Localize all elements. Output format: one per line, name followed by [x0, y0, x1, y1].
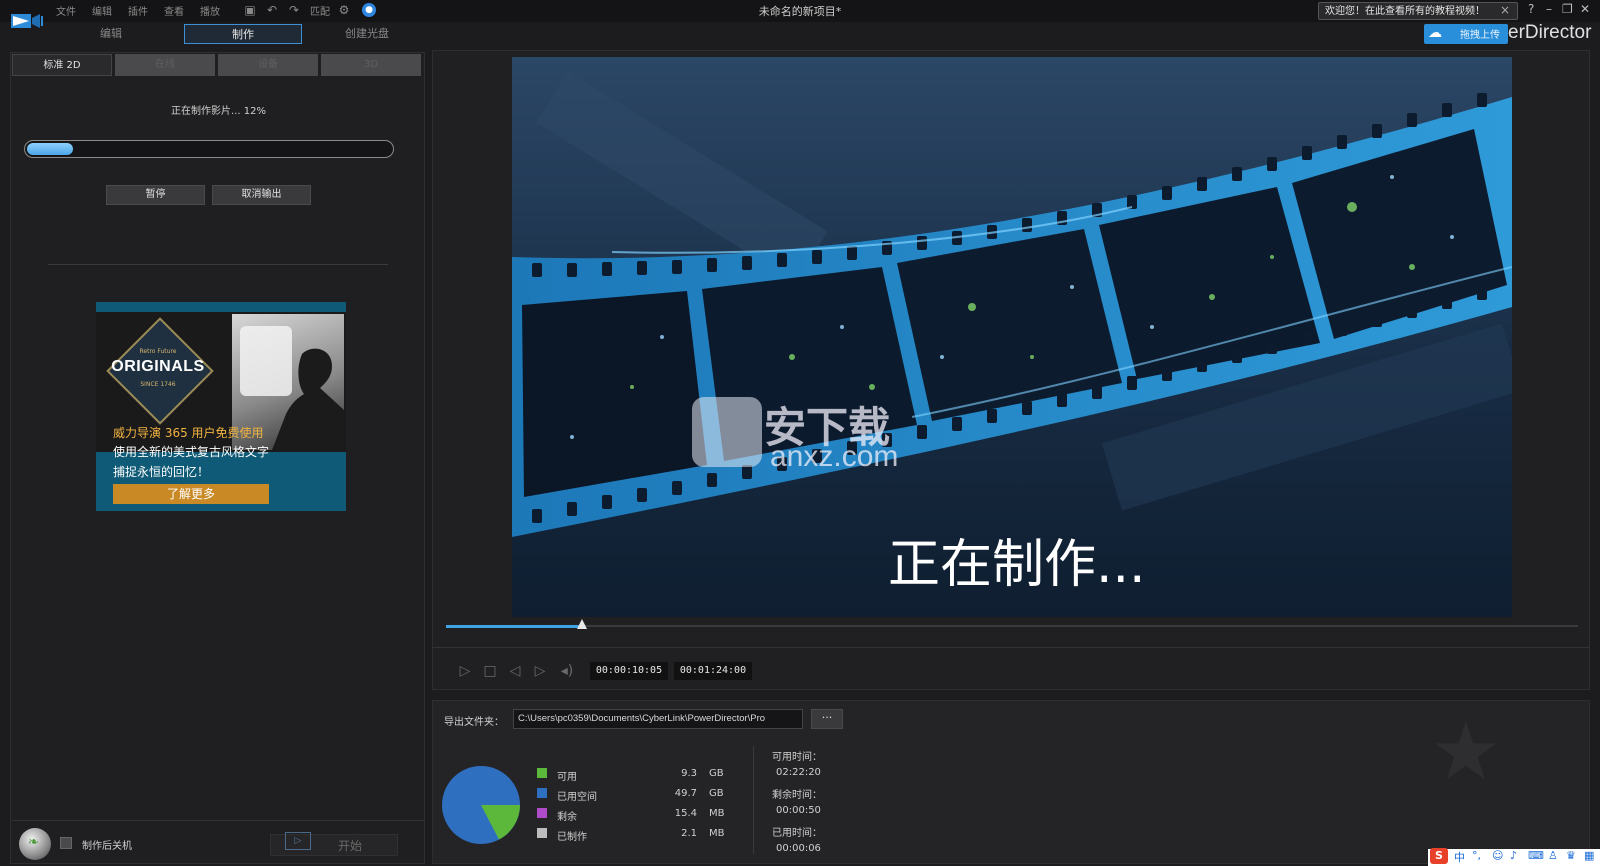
- legend-label-remaining: 剩余: [557, 812, 577, 823]
- tab-3d[interactable]: 3D: [321, 54, 421, 76]
- welcome-tutorial-banner[interactable]: 欢迎您！在此查看所有的教程视频！: [1318, 2, 1518, 20]
- tab-online[interactable]: 在线: [115, 54, 215, 76]
- play-icon[interactable]: ▷: [456, 663, 474, 679]
- remaining-time-value: 00:00:50: [776, 805, 821, 816]
- divider: [12, 820, 424, 821]
- cancel-output-button[interactable]: 取消输出: [212, 185, 311, 205]
- menu-edit[interactable]: 编辑: [92, 3, 112, 18]
- toolbox-icon[interactable]: ▦: [1584, 849, 1594, 862]
- legend-swatch-produced: [537, 828, 547, 838]
- divider: [432, 647, 1590, 648]
- close-icon[interactable]: ×: [1500, 3, 1510, 17]
- skin-icon[interactable]: ♛: [1566, 849, 1576, 862]
- previous-frame-icon[interactable]: ◁: [506, 663, 524, 679]
- tab-standard-2d[interactable]: 标准 2D: [12, 54, 112, 76]
- legend-unit-available: GB: [709, 768, 724, 779]
- promo-since-text: SINCE 1746: [140, 381, 176, 388]
- elapsed-time-value: 00:00:06: [776, 843, 821, 854]
- legend-swatch-used: [537, 788, 547, 798]
- sogou-ime-icon[interactable]: S: [1430, 848, 1448, 864]
- remaining-time-label: 剩余时间：: [772, 790, 822, 801]
- browse-folder-button[interactable]: ···: [811, 709, 843, 729]
- keyboard-icon[interactable]: ⌨: [1528, 849, 1544, 862]
- start-play-icon: ▷: [285, 832, 311, 850]
- volume-icon[interactable]: ◂): [558, 663, 576, 679]
- next-frame-icon[interactable]: ▷: [531, 663, 549, 679]
- legend-unit-produced: MB: [709, 828, 725, 839]
- legend-label-produced: 已制作: [557, 832, 587, 843]
- progress-bar-fill: [27, 143, 73, 155]
- current-timecode: 00:00:10:05: [590, 662, 668, 680]
- available-time-value: 02:22:20: [776, 767, 821, 778]
- minimize-icon[interactable]: –: [1546, 2, 1552, 16]
- cloud-icon: ☁: [1428, 25, 1442, 41]
- tab-create-disc[interactable]: 创建光盘: [308, 24, 426, 44]
- total-timecode: 00:01:24:00: [674, 662, 752, 680]
- film-reel-decoration-icon: ★: [1430, 705, 1502, 798]
- promo-subline-2: 捕捉永恒的回忆！: [113, 465, 210, 479]
- help-button[interactable]: ?: [1528, 2, 1534, 16]
- stop-icon[interactable]: □: [481, 663, 499, 679]
- cloud-upload-label: 拖拽上传: [1460, 30, 1500, 41]
- promo-retro-text: Retro Future: [139, 348, 177, 355]
- legend-value-used: 49.7: [674, 788, 697, 799]
- elapsed-time-label: 已用时间：: [772, 828, 822, 839]
- start-button-label: 开始: [338, 839, 363, 853]
- progress-status-text: 正在制作影片... 12%: [171, 106, 266, 117]
- divider: [753, 746, 754, 854]
- menu-playback[interactable]: 播放: [200, 3, 220, 18]
- brand-name: erDirector: [1508, 22, 1592, 43]
- legend-swatch-available: [537, 768, 547, 778]
- output-folder-label: 导出文件夹：: [444, 717, 504, 728]
- legend-swatch-remaining: [537, 808, 547, 818]
- menu-file[interactable]: 文件: [56, 3, 76, 18]
- window-close-icon[interactable]: ✕: [1580, 2, 1590, 16]
- app-logo-icon[interactable]: [10, 10, 44, 30]
- watermark-shield-icon: [692, 397, 762, 467]
- timeline-scrubber-progress: [446, 625, 582, 628]
- legend-value-produced: 2.1: [681, 828, 697, 839]
- resolution-dropdown[interactable]: 匹配: [310, 3, 330, 18]
- emoji-icon[interactable]: ☺: [1492, 849, 1503, 862]
- promo-headline: 威力导演 365 用户免费使用: [113, 426, 264, 440]
- promo-subline: 使用全新的美式复古风格文字: [113, 445, 270, 459]
- leaf-icon: ❧: [28, 835, 39, 850]
- redo-icon[interactable]: ↷: [286, 2, 302, 18]
- menu-view[interactable]: 查看: [164, 3, 184, 18]
- tab-produce[interactable]: 制作: [184, 24, 302, 44]
- disk-usage-pie-chart: [441, 765, 521, 845]
- microphone-icon[interactable]: ♪: [1510, 849, 1517, 862]
- shutdown-after-label: 制作后关机: [82, 841, 132, 852]
- available-time-label: 可用时间：: [772, 752, 822, 763]
- punctuation-icon[interactable]: °,: [1472, 849, 1481, 862]
- ime-language-toggle[interactable]: 中: [1454, 849, 1465, 865]
- legend-value-remaining: 15.4: [674, 808, 697, 819]
- legend-value-available: 9.3: [681, 768, 697, 779]
- timeline-scrubber-thumb[interactable]: [577, 619, 587, 629]
- restore-icon[interactable]: ❐: [1562, 2, 1573, 16]
- legend-unit-remaining: MB: [709, 808, 725, 819]
- tab-edit[interactable]: 编辑: [52, 24, 170, 44]
- user-icon[interactable]: ♙: [1548, 849, 1558, 862]
- save-icon[interactable]: ▣: [242, 2, 258, 18]
- pause-button[interactable]: 暂停: [106, 185, 205, 205]
- learn-more-button[interactable]: 了解更多: [113, 484, 269, 504]
- watermark-url: anxz.com: [770, 440, 899, 473]
- output-folder-path-field[interactable]: C:\Users\pc0359\Documents\CyberLink\Powe…: [513, 709, 803, 729]
- undo-icon[interactable]: ↶: [264, 2, 280, 18]
- divider: [48, 264, 388, 265]
- document-title: 未命名的新项目*: [758, 5, 842, 18]
- legend-unit-used: GB: [709, 788, 724, 799]
- tab-device[interactable]: 设备: [218, 54, 318, 76]
- shutdown-after-checkbox[interactable]: [60, 837, 72, 849]
- legend-label-used: 已用空间: [557, 792, 597, 803]
- notification-icon[interactable]: ●: [362, 3, 376, 17]
- settings-gear-icon[interactable]: ⚙: [336, 2, 352, 18]
- promo-originals-text: ORIGINALS: [111, 358, 205, 375]
- preview-overlay-text: 正在制作...: [888, 535, 1146, 595]
- timeline-scrubber[interactable]: [446, 625, 1578, 627]
- legend-label-available: 可用: [557, 772, 577, 783]
- menu-plugins[interactable]: 插件: [128, 3, 148, 18]
- progress-bar: [24, 140, 394, 158]
